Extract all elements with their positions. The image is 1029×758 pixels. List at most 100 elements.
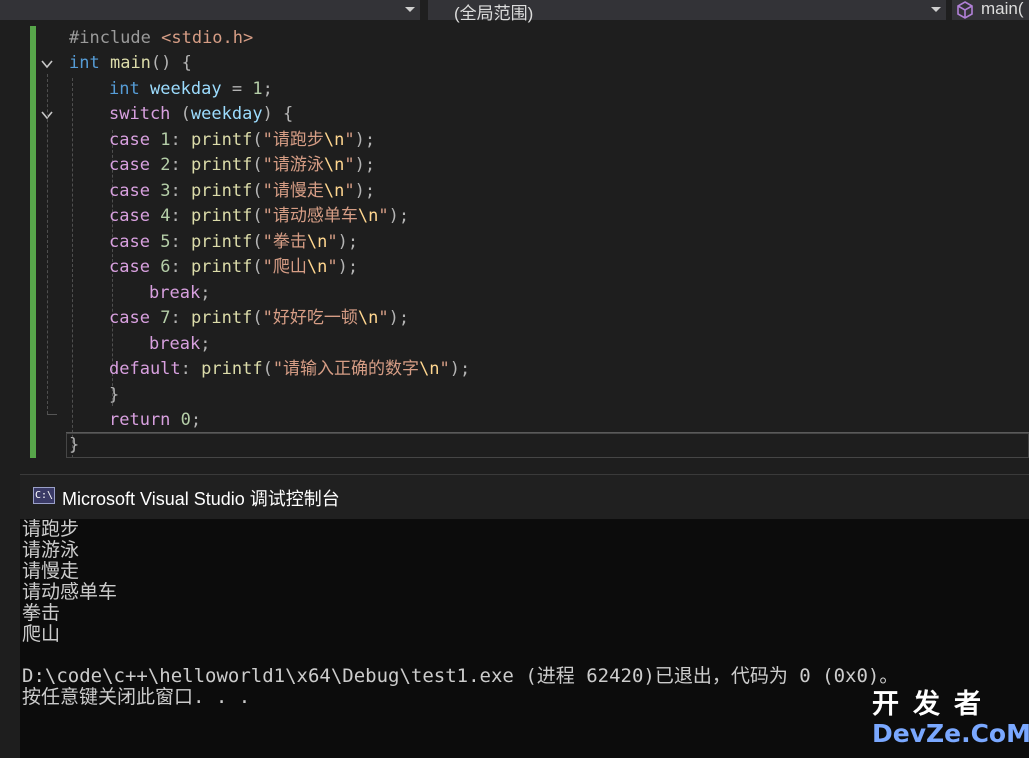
fold-region-end — [47, 414, 57, 415]
code-line-12: case 7: printf("好好吃一顿\n"); — [69, 306, 409, 331]
code-token: printf — [190, 308, 253, 328]
navigation-bar: (全局范围) main( — [0, 0, 1029, 23]
code-token: } — [69, 435, 80, 455]
code-token: ); — [337, 232, 359, 252]
code-token: ( — [252, 181, 263, 201]
code-token: ( — [262, 359, 273, 379]
scope-label: (全局范围) — [454, 4, 534, 23]
code-token: break — [149, 334, 201, 354]
code-line-5: case 1: printf("请跑步\n"); — [69, 128, 375, 153]
code-token: = — [221, 79, 253, 99]
code-token: 7 — [160, 308, 171, 328]
code-token: case — [109, 155, 150, 175]
code-token: default — [109, 359, 181, 379]
chevron-down-icon[interactable] — [931, 7, 941, 12]
code-token: 6 — [160, 257, 171, 277]
code-token: ( — [252, 130, 263, 150]
code-token: \n — [323, 155, 345, 175]
code-token: : — [170, 257, 191, 277]
code-token: printf — [190, 155, 253, 175]
code-token: "好好吃一顿 — [262, 308, 358, 328]
code-token: \n — [323, 130, 345, 150]
console-exit-message: D:\code\c++\helloworld1\x64\Debug\test1.… — [22, 665, 899, 687]
code-token: 0 — [180, 410, 191, 430]
code-line-3: int weekday = 1; — [69, 77, 273, 102]
code-token: } — [109, 385, 120, 405]
code-token: " — [378, 308, 389, 328]
watermark-bottom-text: DevZe.CoM — [872, 719, 1029, 748]
code-line-9: case 5: printf("拳击\n"); — [69, 230, 358, 255]
code-token: "请跑步 — [262, 130, 324, 150]
code-line-10: case 6: printf("爬山\n"); — [69, 255, 358, 280]
code-token: printf — [190, 130, 253, 150]
code-token: ); — [354, 130, 376, 150]
scope-dropdown[interactable]: (全局范围) — [428, 0, 946, 23]
code-token: case — [109, 257, 150, 277]
code-editor[interactable]: #include <stdio.h> int main() { int week… — [0, 26, 1029, 464]
watermark-top-text: 开发者 — [872, 689, 995, 720]
code-token: " — [344, 181, 355, 201]
code-token: printf — [190, 181, 253, 201]
code-token: printf — [190, 257, 253, 277]
chevron-down-icon[interactable] — [405, 7, 415, 12]
code-token: ); — [388, 206, 410, 226]
code-token: printf — [201, 359, 263, 379]
console-output[interactable]: 请跑步 请游泳 请慢走 请动感单车 拳击 爬山 D:\code\c++\hell… — [22, 519, 1022, 708]
code-line-2: int main() { — [69, 51, 192, 76]
code-token: case — [109, 206, 150, 226]
code-token: #include — [69, 28, 162, 48]
code-line-13: break; — [69, 332, 210, 357]
code-token: "请慢走 — [262, 181, 324, 201]
code-token: 1 — [252, 79, 263, 99]
console-title: Microsoft Visual Studio 调试控制台 — [62, 489, 340, 509]
code-token: "请输入正确的数字 — [272, 359, 420, 379]
code-token: printf — [190, 232, 253, 252]
code-token: " — [439, 359, 450, 379]
console-output-line: 请游泳 — [22, 539, 80, 561]
code-token: ; — [200, 334, 211, 354]
code-line-15: } — [69, 383, 119, 408]
code-token: 5 — [160, 232, 171, 252]
code-token: \n — [306, 257, 328, 277]
code-token: : — [170, 155, 191, 175]
code-token: "请游泳 — [262, 155, 324, 175]
code-token: ; — [190, 410, 202, 430]
code-token: " — [327, 257, 338, 277]
code-line-6: case 2: printf("请游泳\n"); — [69, 153, 375, 178]
code-token: 1 — [160, 130, 171, 150]
code-token: weekday — [149, 79, 222, 99]
code-line-14: default: printf("请输入正确的数字\n"); — [69, 357, 470, 382]
code-token: "爬山 — [262, 257, 307, 277]
code-token: : — [170, 130, 191, 150]
code-token: ); — [449, 359, 471, 379]
code-token: case — [109, 130, 150, 150]
code-token: ( — [252, 232, 263, 252]
code-line-1: #include <stdio.h> — [69, 26, 253, 51]
code-token: main — [109, 53, 151, 73]
code-token: " — [344, 130, 355, 150]
code-token: printf — [190, 206, 253, 226]
console-title-bar[interactable]: C:\ Microsoft Visual Studio 调试控制台 — [20, 475, 1029, 519]
code-token: ); — [388, 308, 410, 328]
code-token: <stdio.h> — [161, 28, 254, 48]
project-dropdown[interactable] — [0, 0, 420, 20]
code-line-16: return 0; — [69, 408, 201, 433]
code-token: int — [109, 79, 140, 99]
code-token: ( — [170, 104, 191, 124]
code-line-8: case 4: printf("请动感单车\n"); — [69, 204, 409, 229]
code-token: "请动感单车 — [262, 206, 358, 226]
console-output-line: 请跑步 — [22, 518, 80, 540]
console-output-line: 请动感单车 — [22, 581, 118, 603]
code-line-11: break; — [69, 281, 210, 306]
code-token: \n — [323, 181, 345, 201]
function-label: main( — [981, 0, 1024, 18]
collapse-main-icon[interactable] — [40, 57, 54, 71]
console-output-line: 拳击 — [22, 602, 61, 624]
code-token: " — [378, 206, 389, 226]
code-token: return — [109, 410, 171, 430]
console-output-line: 请慢走 — [22, 560, 80, 582]
